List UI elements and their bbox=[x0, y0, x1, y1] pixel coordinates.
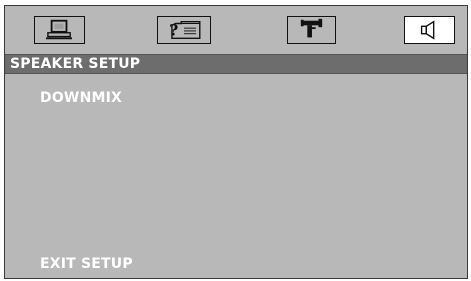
page-title: SPEAKER SETUP bbox=[10, 56, 141, 72]
menu-item-downmix[interactable]: DOWNMIX bbox=[40, 90, 122, 106]
speaker-icon bbox=[420, 20, 435, 40]
tab-speaker-setup[interactable] bbox=[404, 16, 455, 44]
question-document-icon: ? bbox=[169, 21, 201, 40]
page-title-bar: SPEAKER SETUP bbox=[5, 54, 467, 74]
camera-icon bbox=[300, 18, 323, 38]
svg-text:?: ? bbox=[169, 21, 178, 40]
tab-general-setup[interactable] bbox=[34, 16, 85, 44]
monitor-icon bbox=[46, 19, 73, 40]
tab-video-setup[interactable] bbox=[287, 16, 336, 44]
tab-bar: ? bbox=[5, 6, 467, 54]
tab-language-setup[interactable]: ? bbox=[157, 16, 211, 44]
setup-menu-window: ? SPEAKER SETUP DOWNMIX EXIT SETUP bbox=[4, 5, 468, 279]
menu-item-exit-setup[interactable]: EXIT SETUP bbox=[40, 256, 133, 272]
